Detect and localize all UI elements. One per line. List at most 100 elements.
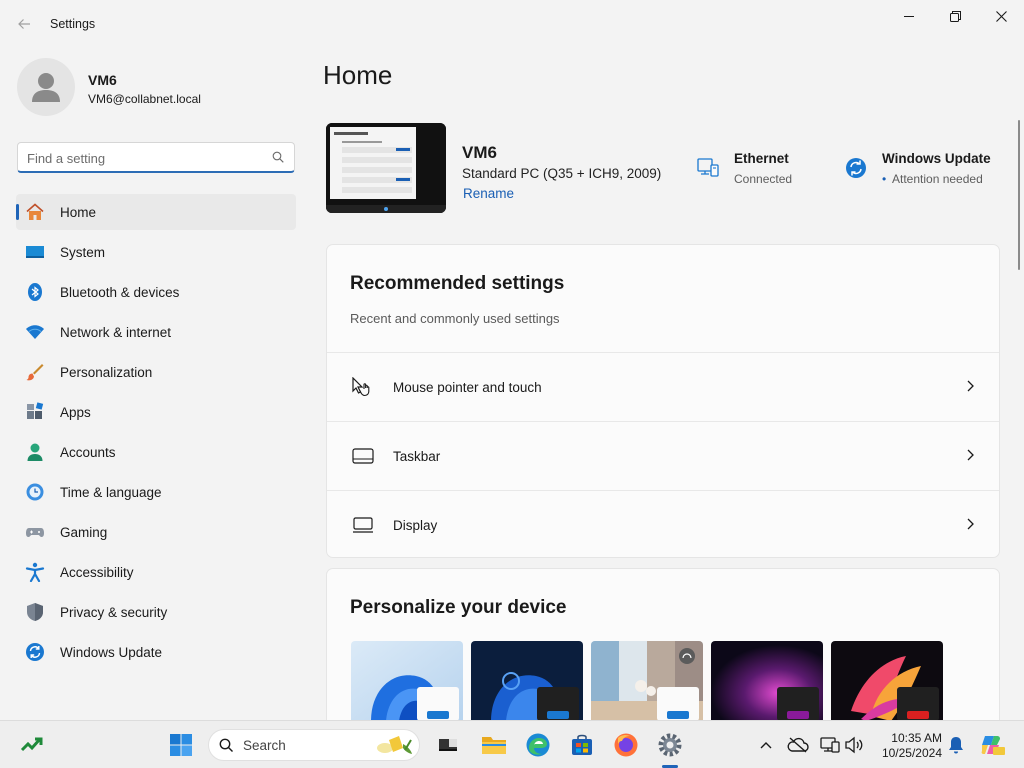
sidebar-item-privacy-security[interactable]: Privacy & security <box>16 594 296 630</box>
theme-thumbnail-dark[interactable] <box>471 641 583 720</box>
page-title: Home <box>323 60 393 90</box>
chevron-right-icon <box>967 518 974 530</box>
display-icon <box>353 517 373 533</box>
scrollbar[interactable] <box>1018 120 1020 270</box>
sidebar-item-bluetooth-devices[interactable]: Bluetooth & devices <box>16 274 296 310</box>
sidebar-item-system[interactable]: System <box>16 234 296 270</box>
brush-icon <box>25 362 45 382</box>
ethernet-status-subtitle: Connected <box>734 172 793 186</box>
bell-icon <box>949 737 963 754</box>
copilot-icon <box>981 736 1005 755</box>
notifications-button[interactable] <box>942 731 970 759</box>
task-view-icon <box>439 739 457 751</box>
taskbar-search-box[interactable]: Search <box>208 729 420 761</box>
windows-update-status-subtitle: Attention needed <box>892 172 983 186</box>
windows-update-status-icon <box>846 158 866 178</box>
settings-taskbar-button[interactable] <box>656 731 684 759</box>
search-highlight-icon <box>377 736 412 754</box>
taskbar: Search 10:35 AM 10/25/2024 <box>0 720 1024 768</box>
back-button[interactable] <box>8 8 40 40</box>
shield-icon <box>25 602 45 622</box>
recommended-settings-card: Recommended settings Recent and commonly… <box>326 244 1000 558</box>
theme-thumbnail-glow[interactable] <box>711 641 823 720</box>
sidebar-item-home[interactable]: Home <box>16 194 296 230</box>
avatar[interactable] <box>17 58 75 116</box>
theme-thumbnail-captured-motion[interactable] <box>591 641 703 720</box>
system-icon <box>25 242 45 262</box>
settings-search-box[interactable] <box>17 142 295 173</box>
sidebar-item-personalization[interactable]: Personalization <box>16 354 296 390</box>
windows-update-status-title[interactable]: Windows Update <box>882 151 991 166</box>
gamepad-icon <box>25 522 45 542</box>
microsoft-store-icon <box>572 734 592 755</box>
volume-button[interactable] <box>840 731 868 759</box>
gear-icon <box>658 733 682 757</box>
firefox-button[interactable] <box>612 731 640 759</box>
sidebar-item-network[interactable]: Network & internet <box>16 314 296 350</box>
folder-icon <box>482 737 506 754</box>
app-title: Settings <box>50 17 96 31</box>
recommended-item-taskbar[interactable]: Taskbar <box>327 421 999 490</box>
accounts-icon <box>25 442 45 462</box>
sidebar-item-apps[interactable]: Apps <box>16 394 296 430</box>
home-icon <box>25 202 45 222</box>
restore-icon <box>949 10 961 22</box>
mouse-pointer-icon <box>352 377 370 397</box>
sidebar-nav: Home System Bluetooth & devices Network … <box>16 194 296 674</box>
personalize-title: Personalize your device <box>350 597 567 618</box>
sidebar-item-accessibility[interactable]: Accessibility <box>16 554 296 590</box>
clock-time[interactable]: 10:35 AM <box>878 731 942 745</box>
recommended-settings-subtitle: Recent and commonly used settings <box>350 311 560 326</box>
minimize-button[interactable] <box>886 0 932 32</box>
start-button[interactable] <box>167 731 195 759</box>
chevron-up-icon <box>760 742 772 749</box>
taskbar-icon <box>352 448 374 464</box>
title-bar: Settings <box>0 0 1024 48</box>
copilot-button[interactable] <box>978 731 1006 759</box>
recommended-item-display[interactable]: Display <box>327 490 999 559</box>
edge-browser-icon <box>526 733 550 757</box>
personalize-card: Personalize your device <box>326 568 1000 720</box>
sidebar-item-time-language[interactable]: Time & language <box>16 474 296 510</box>
user-email: VM6@collabnet.local <box>88 92 201 106</box>
theme-thumbnail-flow[interactable] <box>831 641 943 720</box>
speaker-icon <box>845 736 863 754</box>
device-name: VM6 <box>462 143 497 162</box>
task-view-button[interactable] <box>434 731 462 759</box>
device-thumbnail <box>326 123 446 213</box>
device-model: Standard PC (Q35 + ICH9, 2009) <box>462 166 662 181</box>
windows-logo-icon <box>170 734 192 756</box>
file-explorer-button[interactable] <box>480 731 508 759</box>
stock-chart-icon <box>20 737 43 752</box>
bluetooth-icon <box>25 282 45 302</box>
edge-button[interactable] <box>524 731 552 759</box>
person-icon <box>32 73 60 102</box>
recommended-item-mouse-pointer[interactable]: Mouse pointer and touch <box>327 352 999 421</box>
sidebar-item-windows-update[interactable]: Windows Update <box>16 634 296 670</box>
onedrive-status-button[interactable] <box>784 731 812 759</box>
network-icon <box>820 737 840 753</box>
sidebar-item-gaming[interactable]: Gaming <box>16 514 296 550</box>
search-icon <box>272 151 284 163</box>
show-hidden-icons-button[interactable] <box>752 731 780 759</box>
clock-date[interactable]: 10/25/2024 <box>878 746 942 760</box>
user-name: VM6 <box>88 72 117 88</box>
maximize-button[interactable] <box>932 0 978 32</box>
apps-icon <box>25 402 45 422</box>
sidebar-item-accounts[interactable]: Accounts <box>16 434 296 470</box>
update-icon <box>25 642 45 662</box>
ethernet-status-title[interactable]: Ethernet <box>734 151 789 166</box>
store-button[interactable] <box>568 731 596 759</box>
clock-globe-icon <box>25 482 45 502</box>
chevron-right-icon <box>967 449 974 461</box>
close-icon <box>995 10 1007 22</box>
recommended-settings-title: Recommended settings <box>350 273 565 294</box>
ethernet-icon <box>697 158 719 177</box>
wifi-icon <box>25 322 45 342</box>
settings-search-input[interactable] <box>27 149 262 167</box>
widgets-button[interactable] <box>18 731 46 759</box>
back-arrow-icon <box>18 19 30 29</box>
close-button[interactable] <box>978 0 1024 32</box>
theme-thumbnail-light[interactable] <box>351 641 463 720</box>
rename-link[interactable]: Rename <box>463 186 514 201</box>
